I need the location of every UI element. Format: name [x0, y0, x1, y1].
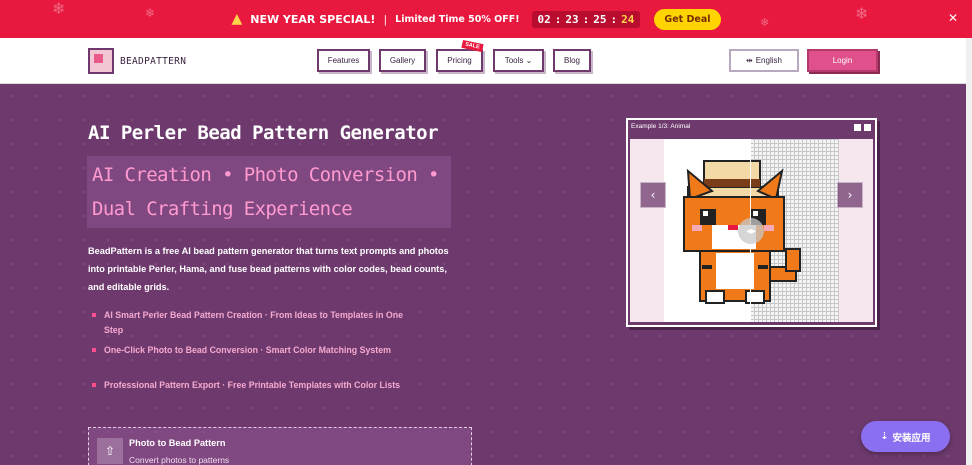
page-scrollbar[interactable] [966, 38, 972, 465]
bullet-icon [92, 348, 96, 352]
language-label: English [755, 56, 782, 65]
countdown-timer: 02 : 23 : 25 : 24 [531, 10, 641, 28]
upload-title: Photo to Bead Pattern [129, 438, 226, 448]
upload-icon: ⇧ [97, 438, 123, 464]
nav-pricing-label: Pricing [447, 56, 472, 65]
hero-description: BeadPattern is a free AI bead pattern ge… [88, 246, 449, 292]
timer-centiseconds: 24 [621, 12, 635, 26]
login-button[interactable]: Login [807, 49, 878, 72]
promo-separator: | [383, 12, 388, 26]
promo-title: NEW YEAR SPECIAL! [250, 12, 376, 26]
nav-blog[interactable]: Blog [553, 49, 591, 72]
timer-minutes: 23 [565, 12, 579, 26]
bullet-icon [92, 383, 96, 387]
timer-hours: 02 [537, 12, 551, 26]
download-icon: ⇣ [880, 431, 889, 442]
install-label: 安装应用 [892, 432, 931, 444]
photo-to-bead-card[interactable]: ⇧ Photo to Bead Pattern Convert photos t… [88, 427, 472, 465]
close-icon[interactable]: ✕ [948, 11, 958, 25]
promo-subtitle: Limited Time 50% OFF! [395, 13, 520, 25]
logo-icon [88, 48, 114, 74]
snowflake-icon: ❄ [760, 16, 770, 29]
snowflake-icon: ❄ [52, 0, 66, 18]
party-popper-icon: ▲ [231, 11, 243, 27]
top-navbar: BEADPATTERN Features Gallery Pricing SAL… [0, 38, 966, 84]
window-control-icon [854, 124, 861, 131]
timer-colon: : [582, 12, 590, 26]
get-deal-button[interactable]: Get Deal [654, 8, 721, 30]
timer-seconds: 25 [593, 12, 607, 26]
hero-section: AI Perler Bead Pattern Generator AI Crea… [0, 84, 966, 465]
feature-item: Professional Pattern Export · Free Print… [92, 378, 414, 393]
feature-text: One-Click Photo to Bead Conversion · Sma… [104, 345, 391, 355]
example-label: Example 1/3: Animal [631, 123, 691, 130]
compare-slider-handle[interactable]: ◂▸ [738, 218, 764, 244]
promo-banner: ❄ ❄ ❄ ❄ ▲ NEW YEAR SPECIAL! | Limited Ti… [0, 0, 972, 38]
nav-features[interactable]: Features [317, 49, 370, 72]
upload-subtitle: Convert photos to patterns [129, 455, 230, 465]
example-window: Example 1/3: Animal ◂▸ [626, 118, 877, 327]
comparison-viewer[interactable]: ◂▸ [630, 139, 873, 322]
translate-icon: ⇹ [746, 56, 753, 65]
window-control-icon [864, 124, 871, 131]
nav-tools-dropdown[interactable]: Tools ⌄ [493, 49, 544, 72]
language-selector[interactable]: ⇹ English [729, 49, 799, 72]
feature-item: One-Click Photo to Bead Conversion · Sma… [92, 343, 414, 358]
feature-text: Professional Pattern Export · Free Print… [104, 380, 401, 390]
snowflake-icon: ❄ [855, 4, 869, 23]
tagline-line-2: Dual Crafting Experience [92, 198, 353, 220]
bullet-icon [92, 313, 96, 317]
timer-colon: : [610, 12, 618, 26]
feature-text: AI Smart Perler Bead Pattern Creation · … [104, 310, 404, 335]
timer-colon: : [554, 12, 562, 26]
feature-item: AI Smart Perler Bead Pattern Creation · … [92, 308, 414, 338]
nav-gallery[interactable]: Gallery [379, 49, 426, 72]
install-app-button[interactable]: ⇣ 安装应用 [861, 421, 950, 452]
snowflake-icon: ❄ [145, 6, 156, 20]
carousel-prev-button[interactable]: ‹ [640, 182, 666, 208]
page-title: AI Perler Bead Pattern Generator [88, 122, 439, 144]
sale-badge: SALE [461, 39, 484, 53]
carousel-next-button[interactable]: › [837, 182, 863, 208]
brand-logo[interactable]: BEADPATTERN [88, 48, 186, 74]
nav-pricing[interactable]: Pricing SALE [436, 39, 484, 72]
brand-name: BEADPATTERN [120, 55, 187, 67]
tagline-line-1: AI Creation • Photo Conversion • [92, 164, 439, 186]
